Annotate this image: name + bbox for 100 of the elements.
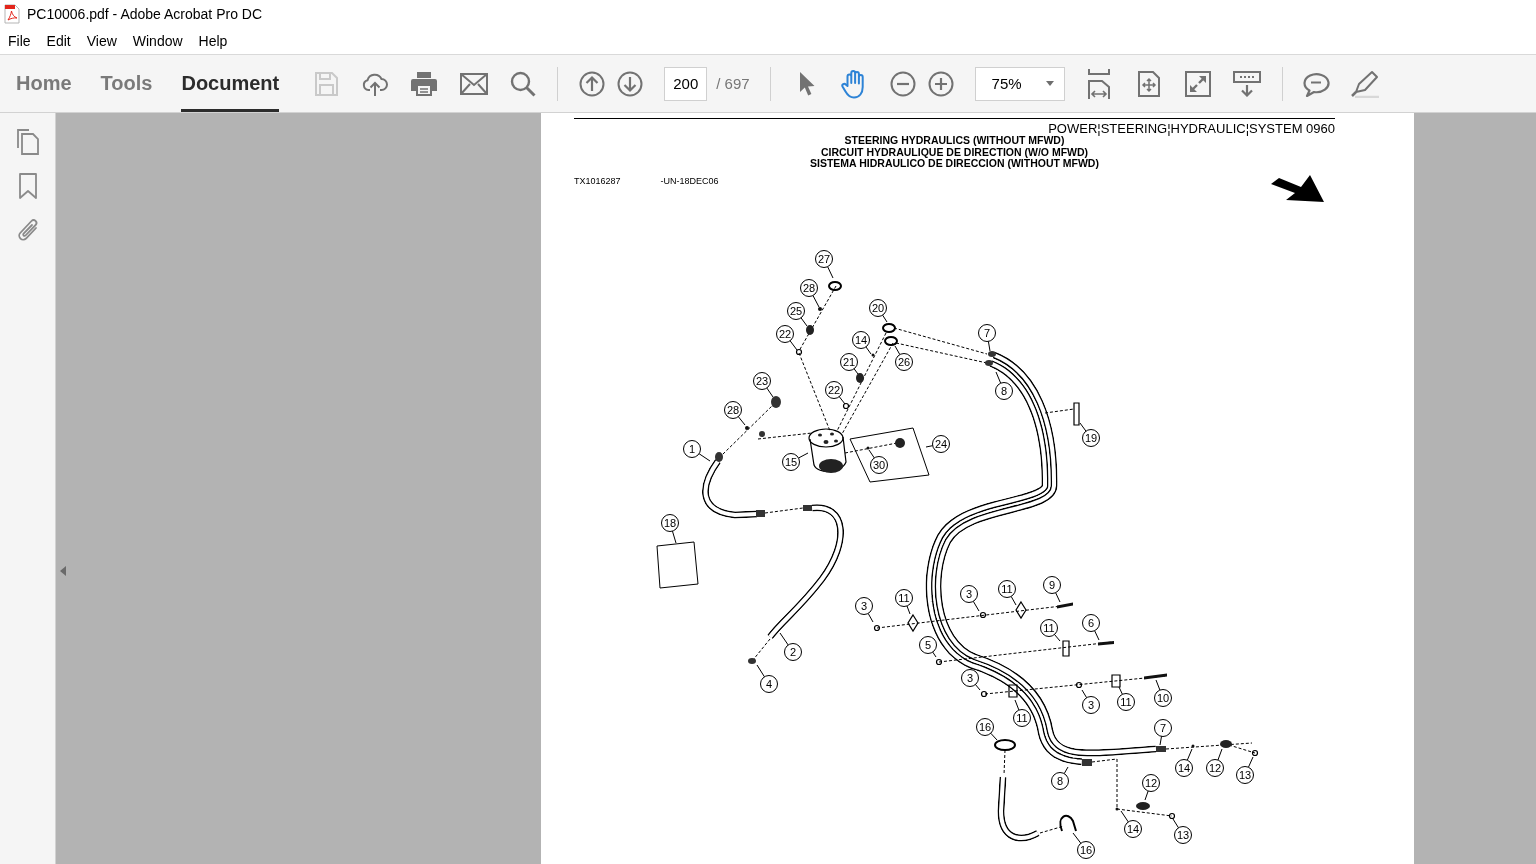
callout-number: 11 (1013, 708, 1031, 727)
menu-item[interactable]: Edit (46, 33, 71, 49)
pages-icon[interactable] (15, 129, 40, 155)
clamp (994, 738, 1016, 751)
callout-number: 30 (870, 455, 888, 474)
elbow-fitting (895, 437, 905, 448)
leader-line (789, 339, 798, 350)
callout-number: 28 (724, 400, 742, 419)
bolt (1057, 602, 1073, 608)
speech-bubble-icon[interactable] (1301, 70, 1330, 97)
figure-title: STEERING HYDRAULICS (WITHOUT MFWD) (843, 135, 1065, 147)
leader-line (987, 340, 991, 351)
leader-line (972, 600, 980, 611)
zoom-out-icon[interactable] (889, 70, 916, 97)
down-arrow-circle-icon[interactable] (617, 70, 644, 97)
leader-line (1010, 595, 1017, 605)
leader-line (1081, 689, 1088, 698)
callout-number: 13 (1174, 825, 1192, 844)
highlighter-icon[interactable] (1349, 69, 1380, 98)
sheet (656, 541, 699, 588)
zoom-dropdown[interactable]: 75% (974, 66, 1065, 101)
nut (748, 657, 756, 664)
fitting (803, 504, 812, 511)
washer (795, 348, 803, 355)
leader-line (1186, 748, 1193, 761)
clip (1062, 639, 1070, 657)
callout-number: 11 (1117, 692, 1135, 711)
menu-item[interactable]: File (8, 33, 31, 49)
washer (1251, 749, 1259, 756)
callout-number: 28 (800, 278, 818, 297)
callout-number: 7 (1154, 718, 1172, 737)
callout-number: 2 (784, 642, 802, 661)
leader-line (882, 314, 888, 322)
callout-number: 22 (825, 380, 843, 399)
callout-number: 4 (760, 674, 778, 693)
menu-item[interactable]: Window (132, 33, 183, 49)
washer (1115, 807, 1119, 810)
fit-page-icon[interactable] (1136, 70, 1161, 97)
leader-line (798, 452, 809, 458)
callout-number: 5 (919, 635, 937, 654)
menu-item[interactable]: Help (198, 33, 228, 49)
callout-number: 16 (1077, 840, 1095, 859)
menu-item[interactable]: View (86, 33, 117, 49)
washer (1191, 744, 1195, 747)
callout-number: 20 (869, 298, 887, 317)
leader-line (1159, 735, 1162, 745)
leader-line (756, 664, 765, 677)
up-arrow-circle-icon[interactable] (579, 70, 606, 97)
leader-line (906, 604, 911, 614)
callout-number: 23 (753, 371, 771, 390)
callout-number: 8 (1051, 771, 1069, 790)
nut (980, 690, 988, 697)
zoom-in-icon[interactable] (927, 70, 954, 97)
callout-number: 3 (1082, 695, 1100, 714)
fitting (771, 395, 781, 408)
callout-number: 6 (1082, 613, 1100, 632)
fit-width-icon[interactable] (1086, 68, 1111, 99)
fitting (1220, 739, 1232, 748)
callout-number: 13 (1236, 765, 1254, 784)
dashed-line (1044, 408, 1075, 413)
leader-line (865, 345, 872, 354)
callout-number: 14 (1124, 819, 1142, 838)
bolt (1144, 673, 1167, 679)
screw (866, 446, 870, 449)
washer (745, 425, 749, 430)
steering-valve (808, 427, 847, 473)
page-count: / 697 (716, 75, 750, 92)
fitting (715, 451, 723, 462)
bookmark-icon[interactable] (18, 173, 37, 199)
left-triangle-icon[interactable] (60, 566, 66, 576)
page-number-field[interactable]: 200 (664, 66, 708, 101)
pointer-icon[interactable] (797, 70, 816, 97)
clip (907, 613, 919, 632)
callout-number: 27 (815, 249, 833, 268)
figure-number: TX1016287 (574, 174, 621, 186)
fitting (884, 335, 898, 346)
pdf-file-icon (4, 4, 20, 24)
callout-number: 11 (1040, 618, 1058, 637)
tab[interactable]: Home (16, 55, 72, 112)
callout-number: 14 (1175, 758, 1193, 777)
paperclip-icon[interactable] (15, 217, 40, 243)
search-icon[interactable] (510, 70, 537, 97)
bar-down-arrow-icon[interactable] (1232, 70, 1261, 97)
leader-line (671, 530, 677, 543)
washer (818, 306, 822, 311)
mail-icon[interactable] (460, 72, 489, 95)
leader-line (1079, 422, 1087, 432)
tab[interactable]: Tools (100, 55, 153, 112)
leader-line (779, 632, 789, 645)
leader-line (1054, 633, 1061, 641)
callout-number: 18 (661, 513, 679, 532)
printer-icon[interactable] (410, 70, 439, 97)
callout-number: 3 (961, 668, 979, 687)
clip (1111, 673, 1121, 688)
leader-line (1055, 591, 1061, 602)
callout-number: 12 (1142, 773, 1160, 792)
leader-line (853, 367, 859, 374)
clip (1008, 683, 1018, 698)
full-screen-icon[interactable] (1184, 70, 1211, 97)
callout-number: 12 (1206, 758, 1224, 777)
